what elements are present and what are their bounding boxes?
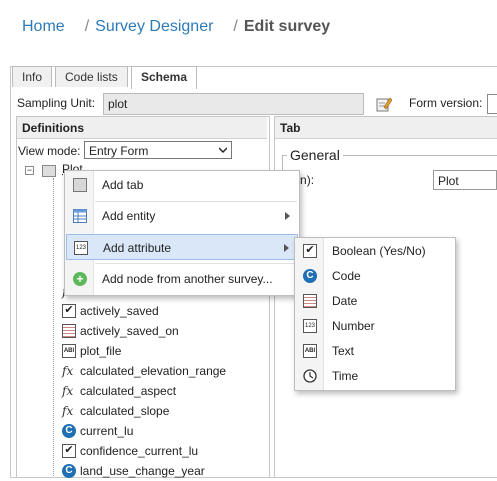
tree-node-label: confidence_current_lu [80, 444, 199, 458]
tree-root-folder-icon [42, 165, 56, 177]
plus-circle-icon: + [73, 272, 87, 286]
checkbox-icon: ✔ [62, 444, 76, 458]
menu-divider [95, 201, 297, 202]
menu-item-label: Add node from another survey... [102, 272, 273, 286]
label-en-input[interactable]: Plot [433, 170, 497, 190]
tree-node-label: actively_saved_on [80, 324, 179, 338]
menu-item-label: Add tab [102, 178, 144, 192]
menu-divider [95, 263, 297, 264]
number-icon: 123 [303, 319, 317, 333]
editor-tabs: Info Code lists Schema [12, 66, 212, 89]
text-icon: ABI [62, 344, 76, 358]
menu-item-add-tab[interactable]: Add tab [66, 172, 298, 198]
table-icon [73, 209, 87, 223]
tree-node-label: calculated_slope [80, 404, 170, 418]
fx-icon: fx [62, 404, 74, 418]
date-icon [303, 294, 317, 308]
breadcrumb: Home / Survey Designer / Edit survey [22, 18, 330, 36]
tab-schema[interactable]: Schema [131, 66, 198, 89]
menu-item-label: Time [332, 369, 359, 383]
menu-item-label: Text [332, 344, 355, 358]
menu-item-label: Date [332, 294, 358, 308]
text-icon: ABI [303, 344, 317, 358]
menu-item-label: Number [332, 319, 375, 333]
menu-item-label: Add entity [102, 209, 156, 223]
tree-node-label: actively_saved [80, 304, 159, 318]
general-section-title: General [287, 147, 343, 163]
tree-node-label: plot_file [80, 344, 122, 358]
sampling-unit-label: Sampling Unit: [17, 96, 96, 110]
fx-icon: fx [62, 384, 74, 398]
menu-item-time[interactable]: Time [296, 363, 454, 389]
menu-item-label: Add attribute [103, 241, 172, 255]
tree-node-label: calculated_aspect [80, 384, 177, 398]
breadcrumb-home-link[interactable]: Home [22, 18, 65, 35]
breadcrumb-survey-designer-link[interactable]: Survey Designer [95, 18, 213, 35]
sampling-unit-field[interactable]: plot [103, 93, 364, 115]
edit-icon[interactable] [376, 96, 392, 112]
date-icon [62, 324, 76, 338]
view-mode-label: View mode: [18, 144, 81, 158]
menu-item-code[interactable]: C Code [296, 263, 454, 289]
page-title: Edit survey [243, 18, 331, 35]
breadcrumb-separator: / [233, 18, 238, 35]
breadcrumb-separator: / [84, 18, 90, 35]
definitions-title: Definitions [17, 117, 267, 139]
tree-node-label: current_lu [80, 424, 134, 438]
menu-item-add-entity[interactable]: Add entity [66, 203, 298, 229]
number-icon: 123 [74, 241, 88, 255]
submenu-arrow-icon [285, 212, 290, 220]
menu-item-date[interactable]: Date [296, 288, 454, 314]
menu-item-boolean[interactable]: ✔ Boolean (Yes/No) [296, 238, 454, 264]
tab-panel-title: Tab [275, 117, 497, 139]
menu-item-label: Boolean (Yes/No) [332, 244, 426, 258]
tree-node-label: land_use_change_year [80, 464, 205, 478]
code-icon: C [303, 269, 317, 283]
form-version-label: Form version: [409, 96, 483, 110]
view-mode-value: Entry Form [89, 144, 149, 158]
menu-item-add-node-from-survey[interactable]: + Add node from another survey... [66, 266, 298, 292]
menu-item-number[interactable]: 123 Number [296, 313, 454, 339]
tab-code-lists[interactable]: Code lists [55, 66, 128, 87]
code-icon: C [62, 424, 76, 438]
menu-item-text[interactable]: ABI Text [296, 338, 454, 364]
chevron-down-icon [219, 147, 227, 154]
context-menu: Add tab Add entity 123 Add attribute + A… [64, 170, 300, 296]
tree-collapse-toggle[interactable]: − [25, 166, 34, 175]
submenu-arrow-icon [284, 244, 289, 252]
tree-node-label: calculated_elevation_range [80, 364, 227, 378]
form-version-select[interactable] [487, 94, 497, 114]
tab-info[interactable]: Info [12, 66, 53, 87]
fx-icon: fx [62, 364, 74, 378]
attribute-submenu: ✔ Boolean (Yes/No) C Code Date 123 Numbe… [294, 237, 456, 391]
checkbox-icon: ✔ [303, 244, 317, 258]
tab-icon [73, 178, 87, 192]
clock-icon [303, 369, 317, 383]
menu-item-label: Code [332, 269, 361, 283]
checkbox-icon: ✔ [62, 304, 76, 318]
menu-item-add-attribute[interactable]: 123 Add attribute [66, 234, 298, 260]
view-mode-select[interactable]: Entry Form [84, 141, 232, 159]
tree-guide-line [53, 178, 54, 476]
